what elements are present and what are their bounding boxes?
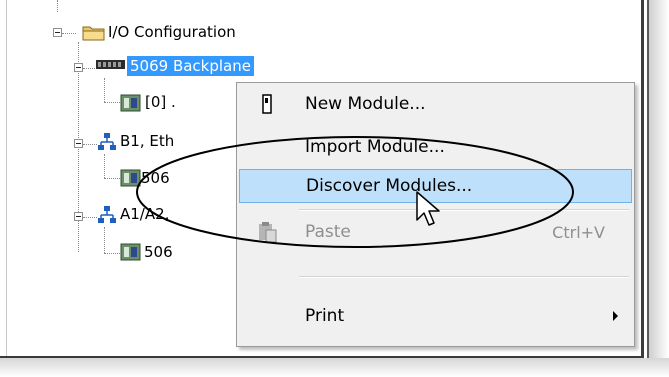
panel-shadow-right — [649, 0, 669, 377]
folder-icon — [82, 26, 105, 41]
menu-item-import-module[interactable]: Import Module... — [239, 130, 632, 164]
menu-label: Print — [305, 306, 345, 326]
menu-shortcut: Ctrl+V — [552, 223, 605, 242]
menu-label: New Module... — [305, 94, 426, 114]
collapse-toggle[interactable] — [74, 63, 83, 72]
menu-label: Import Module... — [305, 137, 445, 157]
tree-item-b1-ethernet[interactable]: B1, Eth — [120, 131, 174, 151]
tree-connector — [104, 253, 120, 254]
backplane-icon — [96, 60, 125, 69]
panel-right-border — [641, 0, 644, 377]
collapse-toggle[interactable] — [74, 212, 83, 221]
collapse-toggle[interactable] — [74, 139, 83, 148]
tree-item-slot-0[interactable]: [0] . — [145, 92, 176, 112]
menu-item-print[interactable]: Print — [239, 299, 632, 333]
tree-connector — [104, 154, 105, 178]
module-icon — [120, 94, 141, 112]
tree-connector — [62, 33, 76, 34]
tree-connector — [104, 78, 105, 102]
panel-left-border — [6, 0, 7, 358]
menu-item-new-module[interactable]: New Module... — [239, 87, 632, 121]
collapse-toggle[interactable] — [53, 28, 62, 37]
tree-connector — [104, 227, 105, 253]
tree-item-a1a2-ethernet[interactable]: A1/A2, — [120, 204, 169, 224]
menu-separator — [299, 276, 629, 278]
network-icon — [98, 133, 116, 150]
tree-item-5069-backplane[interactable]: 5069 Backplane — [127, 56, 254, 76]
submenu-arrow-icon — [613, 311, 618, 321]
tree-item-io-configuration[interactable]: I/O Configuration — [108, 22, 236, 42]
paste-icon — [259, 222, 277, 243]
tree-connector — [83, 144, 97, 145]
menu-label: Paste — [305, 222, 351, 242]
module-icon — [120, 243, 141, 261]
new-module-icon — [262, 94, 272, 114]
mouse-pointer-icon — [416, 191, 440, 226]
tree-connector — [104, 102, 120, 103]
tree-item-a1a2-module[interactable]: 506 — [144, 242, 173, 262]
tree-connector — [83, 217, 97, 218]
network-icon — [98, 206, 116, 223]
menu-label: Discover Modules... — [306, 176, 473, 196]
tree-connector — [104, 178, 120, 179]
panel-shadow-bottom — [0, 358, 669, 377]
tree-item-b1-module[interactable]: 506 — [141, 168, 170, 188]
module-icon — [120, 169, 141, 187]
menu-separator — [299, 209, 629, 211]
tree-connector — [57, 0, 58, 12]
